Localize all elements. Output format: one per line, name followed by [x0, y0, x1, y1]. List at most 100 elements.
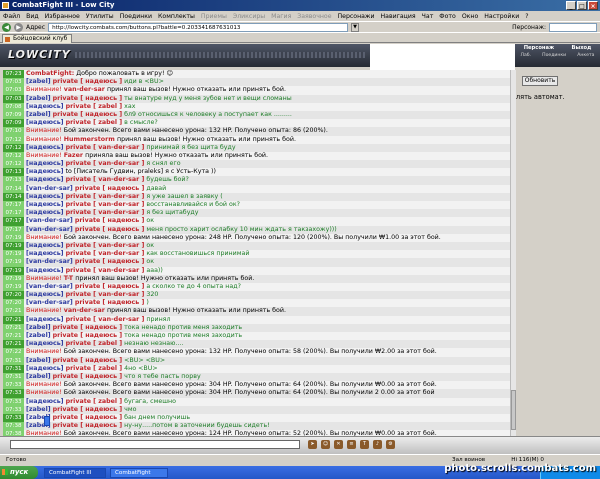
private-tag[interactable]: private [ надеюсь ] — [53, 324, 123, 332]
chat-time[interactable]: 07:20 — [3, 299, 24, 308]
chat-time[interactable]: 07:19 — [3, 250, 24, 259]
chat-sender[interactable]: CombatFight: — [26, 70, 74, 78]
chat-time[interactable]: 07:03 — [3, 94, 24, 103]
private-tag[interactable]: private [ надеюсь ] — [75, 258, 145, 266]
private-tag[interactable]: private [ zabel ] — [66, 103, 123, 111]
private-tag[interactable]: private [ van-der-sar ] — [66, 193, 145, 201]
chat-sender[interactable]: [надеюсь] — [26, 168, 64, 176]
chat-time[interactable]: 07:19 — [3, 233, 24, 242]
tab-fight-club[interactable]: Бойцовский клуб — [2, 34, 73, 43]
chat-time[interactable]: 07:33 — [3, 389, 24, 398]
chat-sender[interactable]: [van-der-sar] — [26, 299, 73, 307]
menu-item[interactable]: Вид — [26, 13, 39, 20]
chat-sender[interactable]: [zabel] — [26, 78, 51, 86]
private-tag[interactable]: private [ van-der-sar ] — [66, 160, 145, 168]
menu-item[interactable]: Комплекты — [158, 13, 195, 20]
chat-sender[interactable]: [надеюсь] — [26, 193, 64, 201]
menu-item[interactable]: Приемы — [201, 13, 227, 20]
chat-sender[interactable]: [van-der-sar] — [26, 185, 73, 193]
menu-item[interactable]: Утилиты — [86, 13, 114, 20]
private-tag[interactable]: private [ надеюсь ] — [75, 283, 145, 291]
chat-time[interactable]: 07:10 — [3, 127, 24, 136]
menu-item[interactable]: Избранное — [45, 13, 80, 20]
chat-time[interactable]: 07:09 — [3, 110, 24, 120]
private-tag[interactable]: private [ van-der-sar ] — [66, 201, 145, 209]
chat-time[interactable]: 07:12 — [3, 160, 24, 169]
chat-time[interactable]: 07:19 — [3, 241, 24, 251]
private-tag[interactable]: private [ надеюсь ] — [75, 185, 145, 193]
private-tag[interactable]: private [ zabel ] — [66, 398, 123, 406]
chat-sender[interactable]: [zabel] — [26, 111, 51, 119]
chat-time[interactable]: 07:12 — [3, 151, 24, 161]
chat-time[interactable]: 07:31 — [3, 356, 24, 365]
private-tag[interactable]: private [ надеюсь ] — [53, 406, 123, 414]
send-icon[interactable]: ➤ — [308, 440, 317, 449]
private-tag[interactable]: private [ van-der-sar ] — [66, 176, 145, 184]
chat-input[interactable] — [10, 440, 300, 449]
private-tag[interactable]: private [ надеюсь ] — [53, 111, 123, 119]
menu-item[interactable]: Эликсиры — [233, 13, 265, 20]
chat-time[interactable]: 07:17 — [3, 217, 24, 226]
chat-sender[interactable]: [van-der-sar] — [26, 283, 73, 291]
chat-sender[interactable]: [надеюсь] — [26, 201, 64, 209]
chat-opponent[interactable]: Hummerstorm — [64, 136, 117, 144]
chat-sender[interactable]: [van-der-sar] — [26, 226, 73, 234]
chat-time[interactable]: 07:14 — [3, 184, 24, 193]
menu-item[interactable]: Окно — [462, 13, 478, 20]
chat-sender[interactable]: [надеюсь] — [26, 103, 64, 111]
private-tag[interactable]: private [ надеюсь ] — [75, 226, 145, 234]
chat-sender[interactable]: [надеюсь] — [26, 340, 64, 348]
chat-time[interactable]: 07:21 — [3, 323, 24, 332]
private-tag[interactable]: private [ van-der-sar ] — [66, 242, 145, 250]
chat-sender[interactable]: [надеюсь] — [26, 267, 64, 275]
chat-time[interactable]: 07:33 — [3, 397, 24, 406]
chat-time[interactable]: 07:38 — [3, 422, 24, 431]
chat-opponent[interactable]: van-der-sar — [64, 307, 107, 315]
chat-time[interactable]: 07:31 — [3, 372, 24, 382]
private-tag[interactable]: private [ van-der-sar ] — [66, 316, 145, 324]
chat-sender[interactable]: [zabel] — [26, 357, 51, 365]
menu-item[interactable]: Файл — [3, 13, 20, 20]
link-persona[interactable]: Персонаж — [524, 45, 554, 51]
private-tag[interactable]: private [ надеюсь ] — [53, 332, 123, 340]
chat-sender[interactable]: [надеюсь] — [26, 242, 64, 250]
menu-item[interactable]: Настройки — [484, 13, 519, 20]
chat-sender[interactable]: [надеюсь] — [26, 176, 64, 184]
chat-sender[interactable]: [zabel] — [26, 332, 51, 340]
chat-time[interactable]: 07:21 — [3, 315, 24, 324]
private-tag[interactable]: private [ надеюсь ] — [75, 299, 145, 307]
forward-icon[interactable]: ▶ — [14, 22, 23, 32]
chat-time[interactable]: 07:23 — [3, 70, 24, 79]
chat-time[interactable]: 07:17 — [3, 201, 24, 210]
task-combatfight-iii[interactable]: CombatFight III — [44, 468, 106, 478]
link-fights[interactable]: Поединки — [542, 53, 566, 59]
start-button[interactable]: пуск — [0, 466, 38, 479]
chat-sender[interactable]: [надеюсь] — [26, 209, 64, 217]
settings-icon[interactable]: ⚙ — [386, 440, 395, 449]
link-exit[interactable]: Выход — [572, 45, 592, 51]
chat-time[interactable]: 07:21 — [3, 340, 24, 349]
chat-sender[interactable]: [надеюсь] — [26, 119, 64, 127]
close-icon[interactable]: × — [588, 1, 598, 10]
chat-opponent[interactable]: van-der-sar — [64, 86, 107, 94]
refresh-button[interactable]: Обновить — [522, 76, 558, 86]
private-tag[interactable]: private [ van-der-sar ] — [66, 250, 145, 258]
chat-time[interactable]: 07:21 — [3, 332, 24, 341]
chat-time[interactable]: 07:13 — [3, 176, 24, 185]
chat-time[interactable]: 07:21 — [3, 307, 24, 316]
chat-sender[interactable]: [надеюсь] — [26, 316, 64, 324]
chat-sender[interactable]: [надеюсь] — [26, 144, 64, 152]
link-profile[interactable]: Анкета — [577, 53, 594, 59]
link-lab[interactable]: Лаб. — [521, 53, 532, 59]
menu-item[interactable]: Фото — [439, 13, 456, 20]
translit-icon[interactable]: T — [360, 440, 369, 449]
menu-item[interactable]: Чат — [422, 13, 434, 20]
private-tag[interactable]: private [ надеюсь ] — [53, 373, 123, 381]
chat-sender[interactable]: [van-der-sar] — [26, 258, 73, 266]
chat-time[interactable]: 07:19 — [3, 274, 24, 283]
chat-time[interactable]: 07:33 — [3, 381, 24, 390]
chat-opponent[interactable]: T-T — [64, 275, 76, 283]
menu-item[interactable]: ? — [525, 13, 528, 20]
private-tag[interactable]: private [ надеюсь ] — [53, 78, 123, 86]
private-tag[interactable]: private [ надеюсь ] — [53, 357, 123, 365]
